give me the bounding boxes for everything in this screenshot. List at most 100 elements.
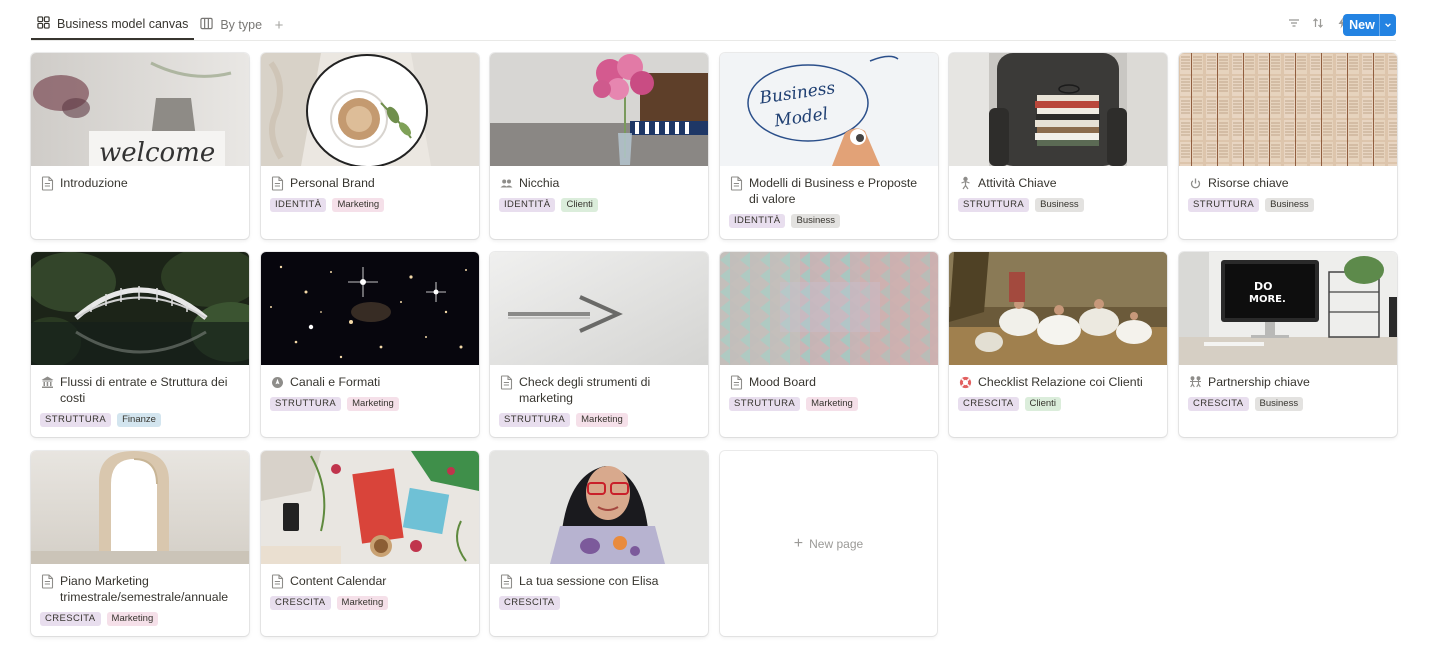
svg-text:DO: DO: [1254, 280, 1272, 293]
tag-list: CRESCITA Marketing: [31, 605, 249, 626]
cover-image: [490, 451, 708, 564]
gallery-card-partnership-chiave[interactable]: DO MORE. Partnership chiave CRESCITA Bus…: [1179, 252, 1397, 437]
tag-list: STRUTTURA Marketing: [261, 390, 479, 411]
partners-icon: [1189, 375, 1202, 390]
cover-image: [261, 451, 479, 564]
new-button: New: [1343, 14, 1396, 36]
tab-business-model-canvas[interactable]: Business model canvas: [31, 10, 195, 40]
sort-icon[interactable]: [1311, 14, 1324, 32]
cover-image: [31, 252, 249, 365]
type-tag: Business: [1035, 198, 1084, 212]
cover-image: [949, 252, 1167, 365]
type-tag: Clienti: [1024, 397, 1061, 411]
gallery-card-canali-e-formati[interactable]: Canali e Formati STRUTTURA Marketing: [261, 252, 479, 437]
category-tag: STRUTTURA: [1188, 198, 1260, 212]
new-page-card[interactable]: + New page: [720, 451, 937, 636]
card-title: Nicchia: [519, 176, 560, 190]
new-page-label: New page: [809, 536, 864, 551]
svg-text:MORE.: MORE.: [1249, 294, 1286, 305]
gallery-card-sessione-con-elisa[interactable]: La tua sessione con Elisa CRESCITA: [490, 451, 708, 636]
plus-icon: +: [793, 534, 804, 552]
gallery-card-personal-brand[interactable]: Personal Brand IDENTITÀ Marketing: [261, 53, 479, 239]
gallery-card-risorse-chiave[interactable]: Risorse chiave STRUTTURA Business: [1179, 53, 1397, 239]
table-icon: [200, 17, 214, 33]
tag-list: STRUTTURA Business: [1179, 191, 1397, 212]
gallery-card-content-calendar[interactable]: Content Calendar CRESCITA Marketing: [261, 451, 479, 636]
cover-image: Business Model: [720, 53, 938, 166]
type-tag: Marketing: [576, 413, 628, 427]
gallery-card-modelli-di-business[interactable]: Business Model Modelli di Business e Pro…: [720, 53, 938, 239]
gallery-card-introduzione[interactable]: welcome Introduzione: [31, 53, 249, 239]
gallery-card-flussi-di-entrate[interactable]: Flussi di entrate e Struttura dei costi …: [31, 252, 249, 437]
card-title: Check degli strumenti di marketing: [519, 375, 651, 405]
category-tag: STRUTTURA: [729, 397, 801, 411]
card-title: Canali e Formati: [290, 375, 381, 389]
page-icon: [271, 574, 284, 589]
filter-icon[interactable]: [1287, 14, 1300, 32]
tag-list: CRESCITA Marketing: [261, 589, 479, 610]
tag-list: CRESCITA Clienti: [949, 390, 1167, 411]
header-divider: [31, 40, 1396, 41]
gallery-card-attivita-chiave[interactable]: Attività Chiave STRUTTURA Business: [949, 53, 1167, 239]
lifebuoy-icon: [959, 375, 972, 390]
tag-list: CRESCITA Business: [1179, 390, 1397, 411]
tag-list: STRUTTURA Finanze: [31, 406, 249, 427]
page-icon: [41, 574, 54, 589]
type-tag: Marketing: [806, 397, 858, 411]
tag-list: IDENTITÀ Business: [720, 207, 938, 228]
gallery-card-check-strumenti[interactable]: Check degli strumenti di marketing STRUT…: [490, 252, 708, 437]
gallery-card-nicchia[interactable]: Nicchia IDENTITÀ Clienti: [490, 53, 708, 239]
card-title: Partnership chiave: [1208, 375, 1310, 389]
category-tag: IDENTITÀ: [729, 214, 786, 228]
category-tag: IDENTITÀ: [499, 198, 556, 212]
new-options-button[interactable]: [1379, 14, 1396, 36]
card-title: Piano Marketing trimestrale/semestrale/a…: [60, 574, 229, 604]
card-title: Mood Board: [749, 375, 816, 389]
tag-list: STRUTTURA Business: [949, 191, 1167, 212]
tab-label: By type: [220, 18, 263, 32]
tag-list: CRESCITA: [490, 589, 708, 610]
page-icon: [500, 574, 513, 589]
category-tag: CRESCITA: [40, 612, 101, 626]
cover-image: [261, 252, 479, 365]
category-tag: CRESCITA: [270, 596, 331, 610]
gallery-card-piano-marketing[interactable]: Piano Marketing trimestrale/semestrale/a…: [31, 451, 249, 636]
tag-list: STRUTTURA Marketing: [490, 406, 708, 427]
cover-image: [720, 252, 938, 365]
page-icon: [730, 375, 743, 390]
person-icon: [959, 176, 972, 191]
type-tag: Business: [1265, 198, 1314, 212]
gallery-card-checklist-relazione[interactable]: Checklist Relazione coi Clienti CRESCITA…: [949, 252, 1167, 437]
category-tag: CRESCITA: [499, 596, 560, 610]
compass-icon: [271, 375, 284, 390]
cover-image: [490, 252, 708, 365]
cover-image: [261, 53, 479, 166]
page-icon: [500, 375, 513, 390]
category-tag: CRESCITA: [1188, 397, 1249, 411]
cover-image: DO MORE.: [1179, 252, 1397, 365]
svg-text:welcome: welcome: [99, 138, 215, 166]
card-title: Flussi di entrate e Struttura dei costi: [60, 375, 228, 405]
gallery-card-mood-board[interactable]: Mood Board STRUTTURA Marketing: [720, 252, 938, 437]
card-title: Modelli di Business e Proposte di valore: [749, 176, 918, 206]
cover-image: [31, 451, 249, 564]
type-tag: Marketing: [347, 397, 399, 411]
type-tag: Finanze: [117, 413, 161, 427]
type-tag: Clienti: [561, 198, 598, 212]
tab-by-type[interactable]: By type: [194, 10, 268, 40]
page-icon: [271, 176, 284, 191]
category-tag: STRUTTURA: [270, 397, 342, 411]
view-tabs: Business model canvas By type +: [31, 10, 288, 40]
tag-list: STRUTTURA Marketing: [720, 390, 938, 411]
card-title: Checklist Relazione coi Clienti: [978, 375, 1143, 389]
cover-image: [490, 53, 708, 166]
new-page-button[interactable]: New: [1343, 14, 1379, 36]
card-title: Risorse chiave: [1208, 176, 1289, 190]
card-title: Content Calendar: [290, 574, 387, 588]
category-tag: IDENTITÀ: [270, 198, 327, 212]
cover-image: [1179, 53, 1397, 166]
people-icon: [500, 176, 513, 191]
type-tag: Business: [1254, 397, 1304, 411]
add-view-button[interactable]: +: [270, 16, 288, 34]
gallery-icon: [37, 16, 50, 32]
